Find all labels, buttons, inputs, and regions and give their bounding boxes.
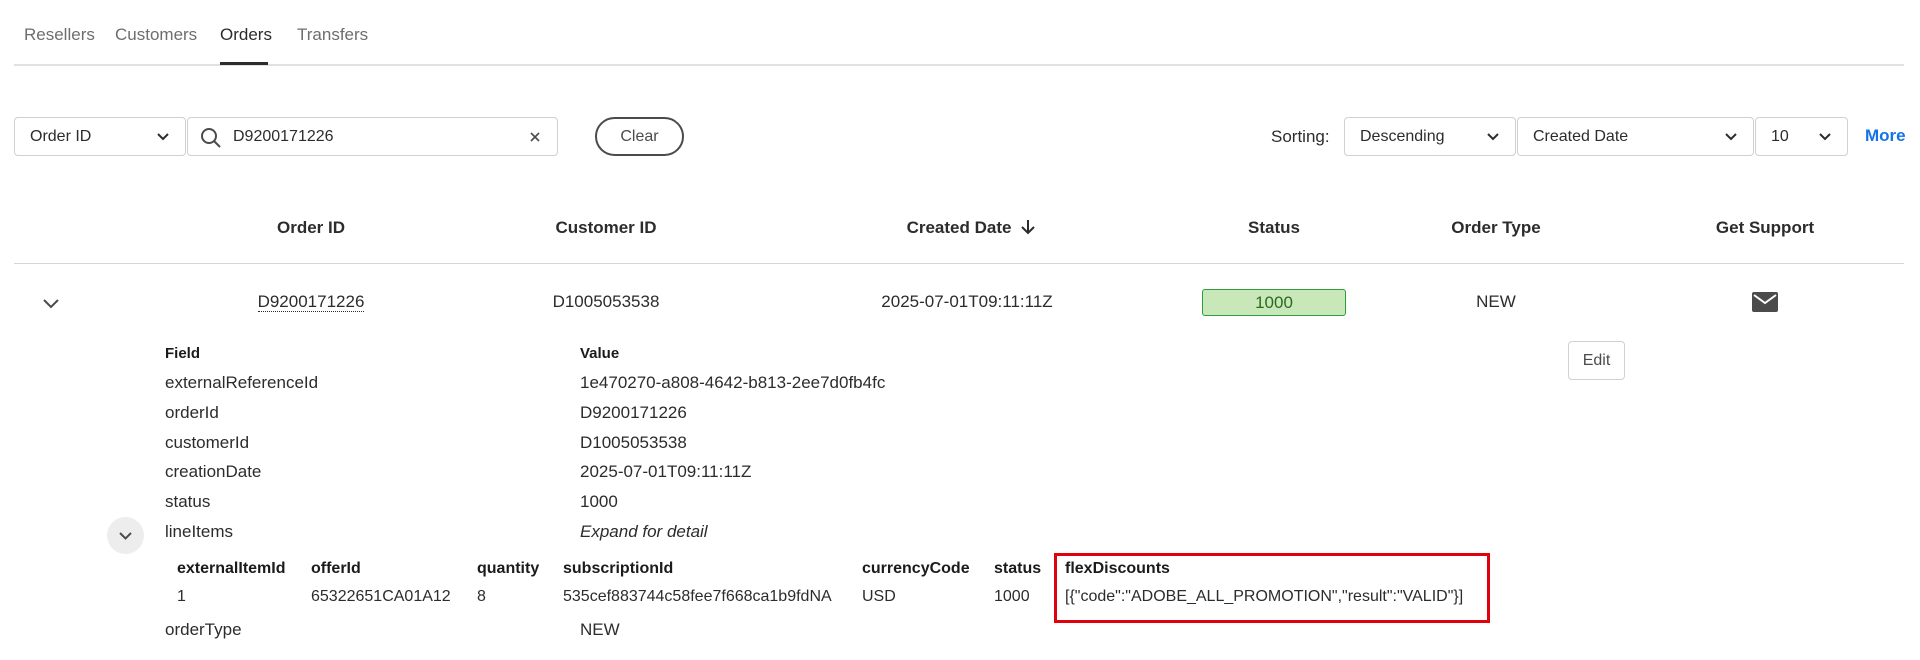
created-date-cell: 2025-07-01T09:11:11Z (881, 292, 1053, 311)
order-id-link[interactable]: D9200171226 (257, 292, 365, 312)
status-badge: 1000 (1202, 289, 1346, 316)
more-link[interactable]: More (1865, 126, 1906, 146)
detail-field-value: 1e470270-a808-4642-b813-2ee7d0fb4fc (580, 373, 886, 392)
page-size-value: 10 (1771, 128, 1789, 145)
column-header-created-date[interactable]: Created Date (852, 218, 1092, 238)
tab-resellers[interactable]: Resellers (24, 25, 95, 45)
line-items-toggle-button[interactable] (107, 517, 144, 554)
sort-field-value: Created Date (1533, 128, 1629, 145)
page-size-picker[interactable]: 10 (1755, 117, 1848, 156)
order-type-cell: NEW (1476, 292, 1516, 311)
sort-field-picker[interactable]: Created Date (1517, 117, 1754, 156)
line-item-cell: 65322651CA01A12 (311, 588, 451, 605)
column-header-order-type[interactable]: Order Type (1396, 218, 1596, 238)
search-input[interactable] (233, 125, 513, 149)
expand-hint: Expand for detail (580, 522, 708, 541)
clear-button[interactable]: Clear (595, 117, 684, 156)
search-field-picker[interactable]: Order ID (14, 117, 186, 156)
detail-field-value: D9200171226 (580, 403, 687, 422)
detail-field-value: 1000 (580, 492, 618, 511)
chevron-down-icon (1819, 133, 1831, 141)
tab-customers[interactable]: Customers (115, 25, 197, 45)
line-items-column-header: currencyCode (862, 560, 970, 577)
detail-field-label: orderType (165, 620, 242, 639)
active-tab-indicator (220, 62, 268, 65)
search-icon (201, 128, 221, 148)
line-item-cell: 535cef883744c58fee7f668ca1b9fdNA (563, 588, 832, 605)
detail-field-label: creationDate (165, 462, 262, 481)
line-item-cell: 1000 (994, 588, 1030, 605)
column-header-order-id[interactable]: Order ID (211, 218, 411, 238)
header-divider (14, 263, 1904, 264)
column-header-status[interactable]: Status (1174, 218, 1374, 238)
tab-bar: Resellers Customers Orders Transfers (14, 0, 1904, 66)
column-header-customer-id[interactable]: Customer ID (506, 218, 706, 238)
detail-field-label: orderId (165, 403, 219, 422)
line-items-column-header: quantity (477, 560, 540, 577)
chevron-down-icon (157, 133, 169, 141)
detail-field-value: 2025-07-01T09:11:11Z (580, 462, 752, 481)
chevron-down-icon (119, 532, 132, 540)
tab-orders[interactable]: Orders (220, 25, 272, 45)
detail-field-label: lineItems (165, 522, 234, 541)
line-items-column-header: status (994, 560, 1042, 577)
sort-order-picker[interactable]: Descending (1344, 117, 1516, 156)
sort-order-value: Descending (1360, 128, 1445, 145)
line-item-cell: 8 (477, 588, 486, 605)
mail-icon[interactable] (1752, 292, 1778, 312)
detail-field-label: status (165, 492, 211, 511)
row-collapse-chevron-icon[interactable] (40, 292, 62, 314)
column-header-get-support: Get Support (1715, 218, 1815, 237)
search-box (187, 117, 558, 156)
detail-field-label: customerId (165, 433, 250, 452)
line-items-column-header: offerId (311, 560, 361, 577)
line-items-column-header: subscriptionId (563, 560, 674, 577)
detail-field-value: NEW (580, 620, 620, 639)
arrow-down-icon (1021, 220, 1036, 235)
line-item-cell: 1 (177, 588, 186, 605)
detail-field-label: externalReferenceId (165, 373, 319, 392)
line-item-cell: USD (862, 588, 896, 605)
detail-field-value: D1005053538 (580, 433, 687, 452)
detail-field-header: Field (165, 345, 201, 362)
chevron-down-icon (1487, 133, 1499, 141)
detail-value-header: Value (580, 345, 620, 362)
customer-id-cell: D1005053538 (552, 292, 660, 311)
sorting-label: Sorting: (1271, 127, 1330, 146)
tab-transfers[interactable]: Transfers (297, 25, 368, 45)
flex-discounts-highlight (1054, 553, 1490, 623)
chevron-down-icon (1725, 133, 1737, 141)
line-items-column-header: externalItemId (177, 560, 286, 577)
edit-button[interactable]: Edit (1568, 341, 1625, 380)
created-date-header-label: Created Date (906, 218, 1012, 237)
search-field-picker-value: Order ID (30, 128, 92, 145)
clear-search-icon[interactable] (525, 127, 545, 147)
order-id-cell: D9200171226 (211, 292, 411, 312)
